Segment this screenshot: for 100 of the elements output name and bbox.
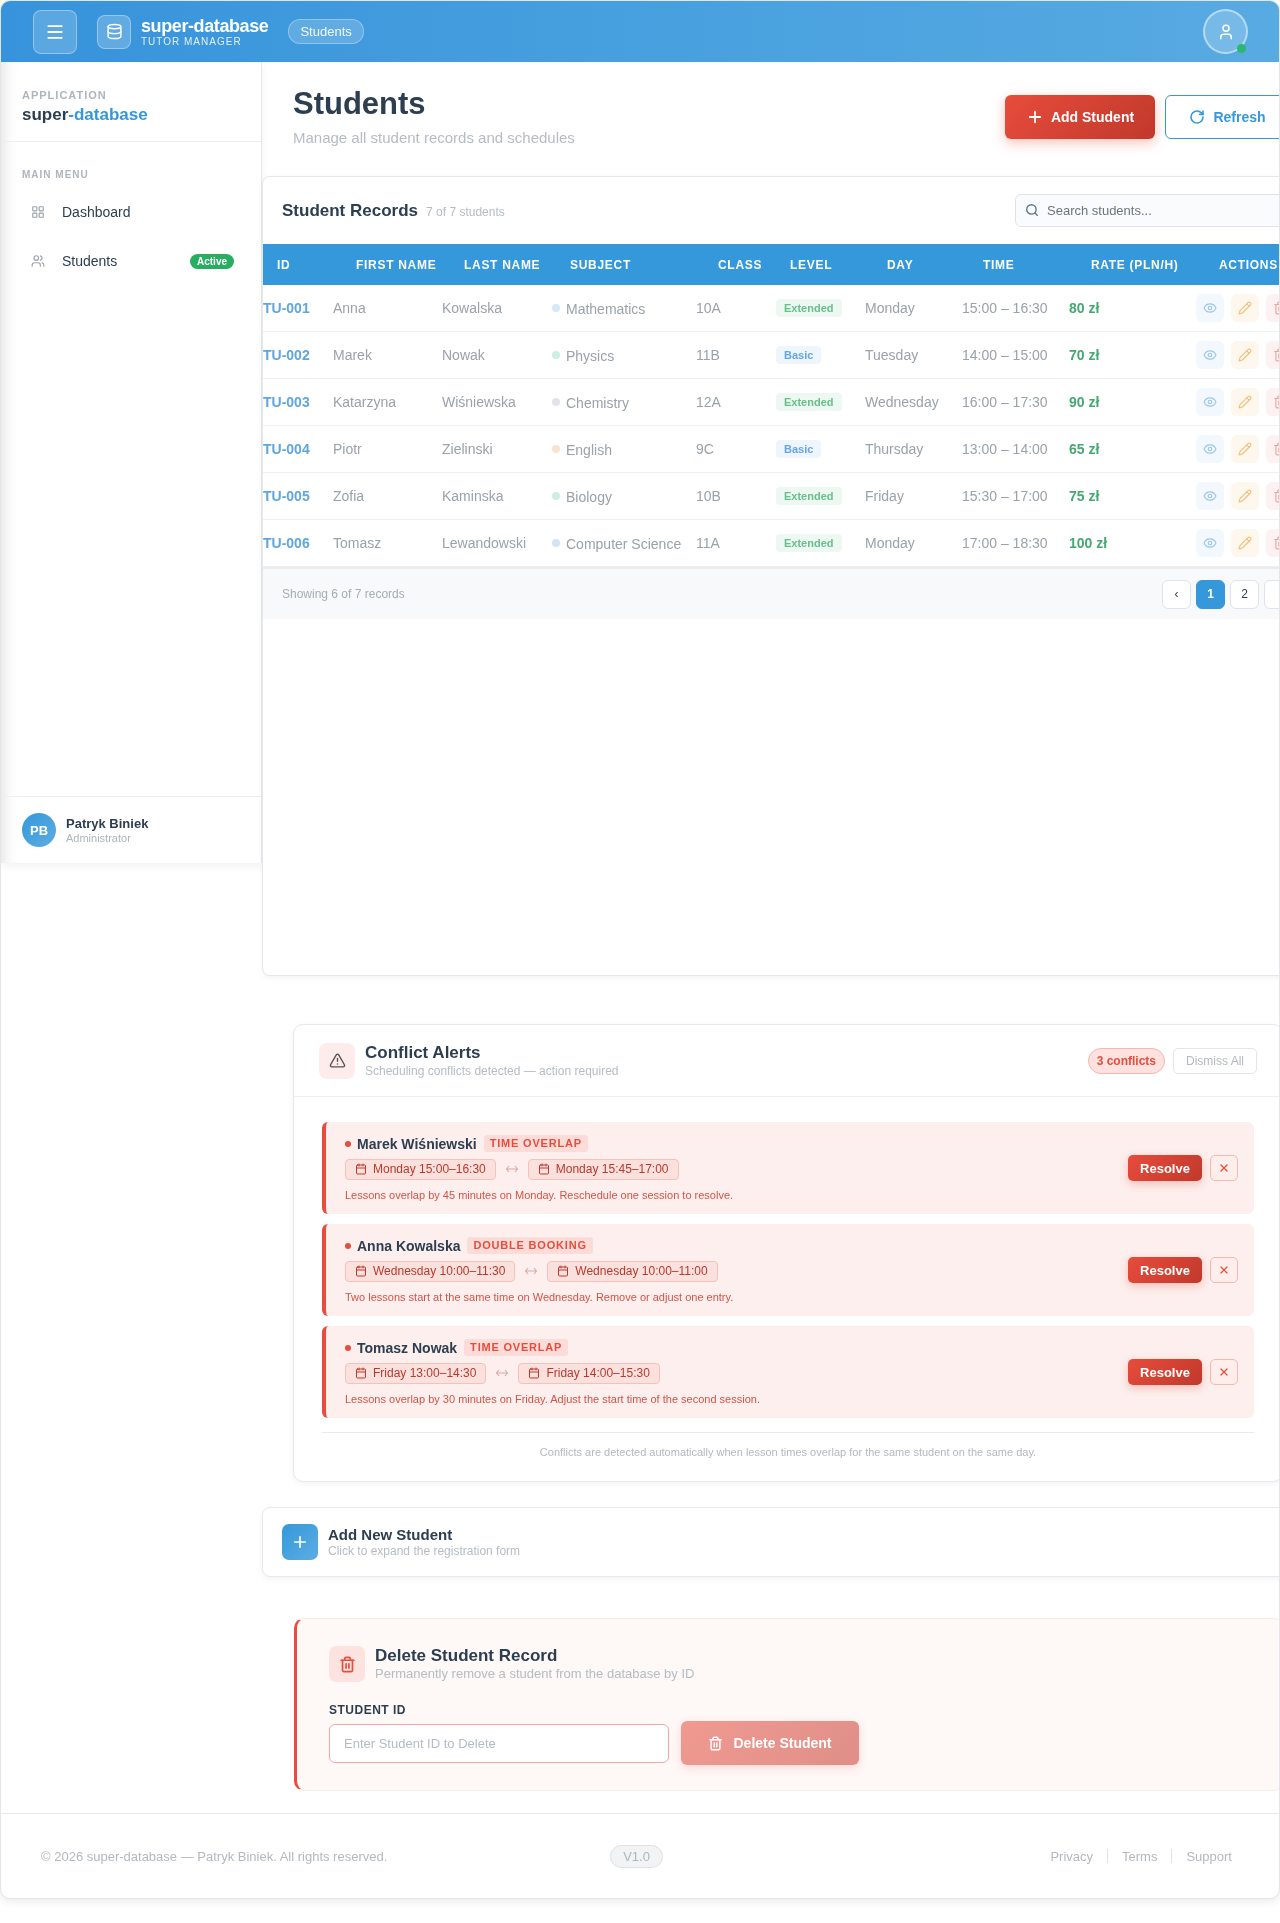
table-cell: Tuesday <box>865 347 919 363</box>
edit-button[interactable] <box>1231 294 1259 322</box>
table-cell: 100 zł <box>1069 535 1108 551</box>
view-button[interactable] <box>1196 529 1224 557</box>
section-label: APPLICATION <box>22 89 107 102</box>
pencil-icon <box>1238 536 1252 550</box>
calendar-icon <box>355 1163 367 1175</box>
trash-icon <box>708 1735 724 1751</box>
eye-icon <box>1203 348 1217 362</box>
double-arrow-icon <box>505 1165 518 1173</box>
nav-item[interactable]: Dashboard <box>22 191 240 233</box>
double-arrow-icon <box>525 1267 538 1275</box>
refresh-icon <box>1189 109 1206 125</box>
column-header: RATE (PLN/H) <box>1090 257 1180 272</box>
student-name: Marek Wiśniewski <box>357 1135 477 1152</box>
refresh-button[interactable]: Refresh <box>1165 95 1279 139</box>
table-cell: Friday <box>865 488 904 504</box>
resolve-button[interactable]: Resolve <box>1128 1257 1202 1283</box>
table-cell: Monday <box>865 300 915 316</box>
page-subtitle: Manage all student records and schedules <box>293 129 575 147</box>
alert-dot-icon <box>345 1344 351 1351</box>
view-button[interactable] <box>1196 435 1224 463</box>
edit-button[interactable] <box>1231 529 1259 557</box>
menu-button[interactable] <box>33 9 77 54</box>
level-tag: Extended <box>776 393 842 411</box>
dismiss-button[interactable] <box>1210 1257 1238 1283</box>
table-cell: English <box>566 442 612 458</box>
dismiss-button[interactable] <box>1210 1359 1238 1385</box>
close-icon <box>1218 1162 1230 1174</box>
view-button[interactable] <box>1196 482 1224 510</box>
resolve-button[interactable]: Resolve <box>1128 1359 1202 1385</box>
table-cell: Biology <box>566 489 612 505</box>
page-title: Students <box>293 85 426 123</box>
resolve-button[interactable]: Resolve <box>1128 1155 1202 1181</box>
table-cell: Piotr <box>333 441 362 457</box>
view-button[interactable] <box>1196 294 1224 322</box>
table-cell: Chemistry <box>566 395 629 411</box>
breadcrumb-pill: Students <box>288 19 364 44</box>
student-id-input[interactable]: Enter Student ID to Delete <box>329 1723 669 1763</box>
app-name: super-database <box>22 105 148 125</box>
grid-icon <box>31 205 45 219</box>
table-cell: 15:00 – 16:30 <box>962 300 1048 316</box>
search-field[interactable]: Search students... <box>1015 194 1279 227</box>
edit-button[interactable] <box>1231 388 1259 416</box>
time-slot-text: Monday 15:00–16:30 <box>373 1162 486 1176</box>
eye-icon <box>1203 395 1217 409</box>
edit-button[interactable] <box>1231 435 1259 463</box>
table-cell: 12A <box>696 394 721 410</box>
table-cell: Physics <box>566 348 615 364</box>
trash-icon <box>329 1646 365 1682</box>
table-cell: 75 zł <box>1069 488 1100 504</box>
table-cell: 16:00 – 17:30 <box>962 394 1048 410</box>
warning-icon <box>319 1042 355 1079</box>
record-count: 7 of 7 students <box>426 204 505 219</box>
close-icon <box>1218 1366 1230 1378</box>
edit-button[interactable] <box>1231 341 1259 369</box>
table-cell: TU-003 <box>263 394 310 410</box>
edit-button[interactable] <box>1231 482 1259 510</box>
table-cell: 80 zł <box>1069 300 1100 316</box>
dismiss-button[interactable] <box>1210 1155 1238 1181</box>
account-button[interactable] <box>1203 9 1248 54</box>
field-label: STUDENT ID <box>329 1703 406 1717</box>
add-student-panel[interactable]: Add New Student Click to expand the registration form <box>262 1507 1279 1577</box>
copyright-text: © 2026 super-database — Patryk Biniek. All rights reserved. <box>41 1848 388 1864</box>
view-button[interactable] <box>1196 388 1224 416</box>
table-cell: Zofia <box>333 488 365 504</box>
time-slot-text: Wednesday 10:00–11:00 <box>575 1264 708 1278</box>
table-cell: Computer Science <box>566 536 682 552</box>
calendar-icon <box>355 1265 367 1277</box>
column-header: CLASS <box>717 257 764 272</box>
panel-note: Conflicts are detected automatically when lesson times overlap for the same student on the same day. <box>539 1445 1037 1459</box>
nav-item[interactable]: Students Active <box>22 240 240 282</box>
eye-icon <box>1203 442 1217 456</box>
view-button[interactable] <box>1196 341 1224 369</box>
eye-icon <box>1203 536 1217 550</box>
time-slot-text: Monday 15:45–17:00 <box>555 1162 669 1176</box>
column-header: SUBJECT <box>569 257 632 272</box>
calendar-icon <box>557 1265 570 1277</box>
time-slot-text: Wednesday 10:00–11:30 <box>373 1264 506 1278</box>
page-button[interactable]: 1 <box>1196 579 1225 609</box>
search-icon <box>1025 203 1039 217</box>
status-badge: Active <box>190 253 234 269</box>
pencil-icon <box>1238 442 1252 456</box>
table-cell: 90 zł <box>1069 394 1100 410</box>
table-cell: Katarzyna <box>333 394 397 410</box>
table-cell: Kaminska <box>442 488 504 504</box>
pencil-icon <box>1238 489 1252 503</box>
column-header: TIME <box>982 257 1016 272</box>
panel-subtitle: Scheduling conflicts detected — action required <box>365 1062 619 1079</box>
previous-page-button[interactable]: ‹ <box>1162 579 1191 609</box>
eye-icon <box>1203 489 1217 503</box>
add-student-button[interactable]: Add Student <box>1005 95 1155 139</box>
page-button[interactable]: 2 <box>1230 579 1259 609</box>
table-cell: Mathematics <box>566 301 646 317</box>
user-name: Patryk Biniek <box>66 815 149 832</box>
table-cell: Wiśniewska <box>442 394 516 410</box>
table-cell: 14:00 – 15:00 <box>962 347 1048 363</box>
table-cell: Zielinski <box>442 441 493 457</box>
conflict-message: Lessons overlap by 45 minutes on Monday. Reschedule one session to resolve. <box>345 1187 734 1202</box>
table-cell: 15:30 – 17:00 <box>962 488 1048 504</box>
